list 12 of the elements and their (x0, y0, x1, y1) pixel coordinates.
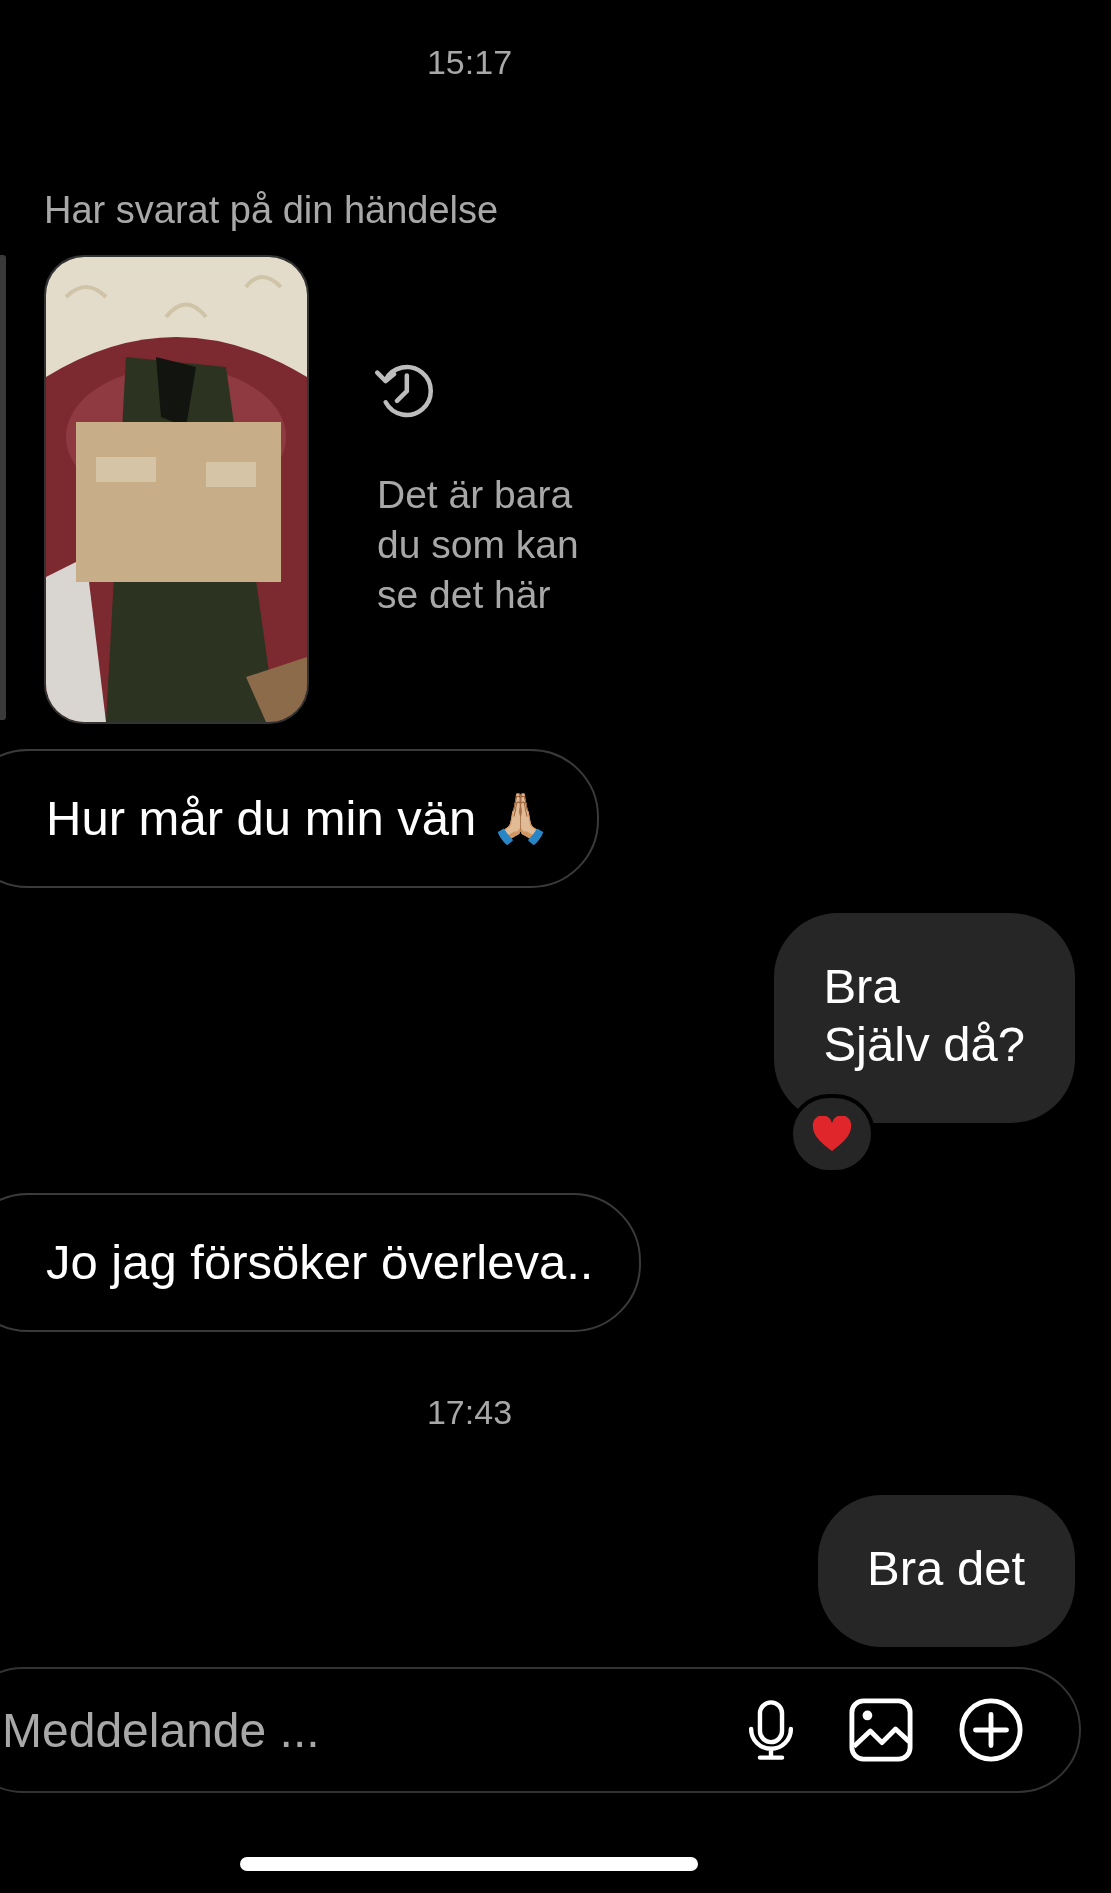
timestamp: 17:43 (426, 1392, 513, 1432)
privacy-note: Det är bara du som kan se det här (377, 472, 580, 618)
message-bubble: Bra det (818, 1495, 1075, 1647)
message-input[interactable]: Meddelande ... (0, 1702, 739, 1758)
reply-label: Har svarat på din händelse (44, 188, 499, 232)
image-icon[interactable] (849, 1698, 913, 1762)
message-bubble: Hur mår du min vän 🙏🏼 (0, 749, 599, 888)
message-field[interactable]: Meddelande ... (0, 1667, 1081, 1793)
add-icon[interactable] (959, 1698, 1023, 1762)
timestamp: 15:17 (426, 42, 513, 82)
message-bubble: Jo jag försöker överleva.. (0, 1193, 642, 1332)
heart-icon (812, 1116, 853, 1152)
